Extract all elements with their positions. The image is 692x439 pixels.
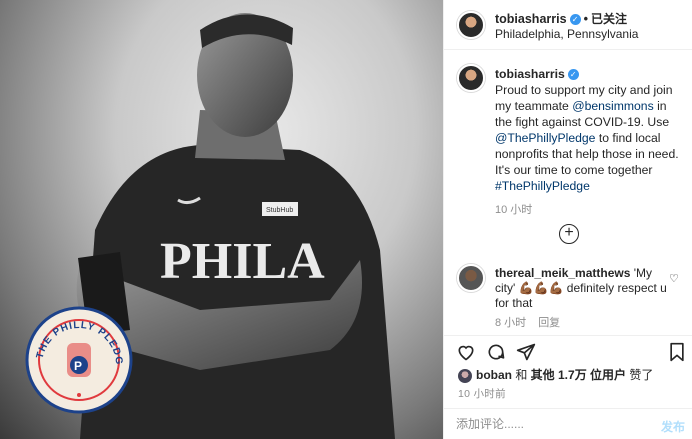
likes-suffix: 赞了: [626, 368, 654, 382]
caption-time: 10 小时: [495, 204, 533, 216]
comment-body: thereal_meik_matthews 'My city' 💪🏾💪🏾💪🏾 d…: [495, 266, 675, 311]
separator-dot: •: [583, 12, 588, 26]
caption-body: tobiasharris ✓ Proud to support my city a…: [495, 66, 680, 218]
likes-connector: 和: [512, 368, 531, 382]
comment-reply-button[interactable]: 回复: [538, 317, 560, 329]
publish-button[interactable]: 发布: [661, 418, 685, 435]
commenter-username[interactable]: thereal_meik_matthews: [495, 266, 630, 280]
post-photo[interactable]: PHILA StubHub THE PHILLY PLEDGE P: [0, 0, 443, 439]
philly-pledge-logo: THE PHILLY PLEDGE P: [24, 305, 133, 414]
post-header: tobiasharris ✓ • 已关注 Philadelphia, Pennsylv…: [444, 0, 692, 50]
add-comment-bar: 发布: [444, 408, 692, 439]
comment-icon[interactable]: [486, 342, 506, 362]
follow-status-button[interactable]: 已关注: [591, 12, 627, 26]
caption-avatar[interactable]: [457, 64, 485, 92]
svg-text:P: P: [74, 359, 82, 373]
liker-avatar[interactable]: [458, 368, 472, 383]
comment-like-heart-icon[interactable]: ♡: [669, 272, 679, 285]
jersey-text: PHILA: [160, 233, 325, 290]
commenter-avatar[interactable]: [457, 264, 485, 292]
post-location[interactable]: Philadelphia, Pennsylvania: [495, 27, 638, 41]
heart-icon[interactable]: [456, 342, 476, 362]
comment-time: 8 小时: [495, 317, 527, 329]
author-line: tobiasharris ✓ • 已关注: [495, 10, 627, 27]
caption-mention-phillypledge[interactable]: @ThePhillyPledge: [495, 131, 595, 145]
caption-hashtag[interactable]: #ThePhillyPledge: [495, 179, 590, 193]
post-sidebar: tobiasharris ✓ • 已关注 Philadelphia, Pennsylv…: [443, 0, 692, 439]
jersey-patch: StubHub: [266, 207, 293, 214]
likes-others[interactable]: 其他 1.7万 位用户: [531, 368, 626, 382]
post-actions: [444, 335, 692, 365]
comment-meta: 8 小时 回复: [495, 314, 572, 330]
comment-input[interactable]: [456, 417, 646, 431]
share-icon[interactable]: [516, 342, 536, 362]
author-username[interactable]: tobiasharris: [495, 12, 567, 26]
author-avatar[interactable]: [457, 11, 485, 39]
verified-icon: ✓: [569, 14, 581, 26]
likes-summary: boban 和 其他 1.7万 位用户 赞了: [458, 366, 653, 383]
plus-circle-icon[interactable]: +: [559, 224, 579, 244]
verified-icon: ✓: [567, 69, 579, 81]
bookmark-icon[interactable]: [668, 342, 686, 362]
liker-username[interactable]: boban: [476, 368, 512, 382]
caption-mention-bensimmons[interactable]: @bensimmons: [572, 99, 653, 113]
caption-username[interactable]: tobiasharris: [495, 67, 565, 81]
post-timestamp: 10 小时前: [458, 388, 506, 400]
